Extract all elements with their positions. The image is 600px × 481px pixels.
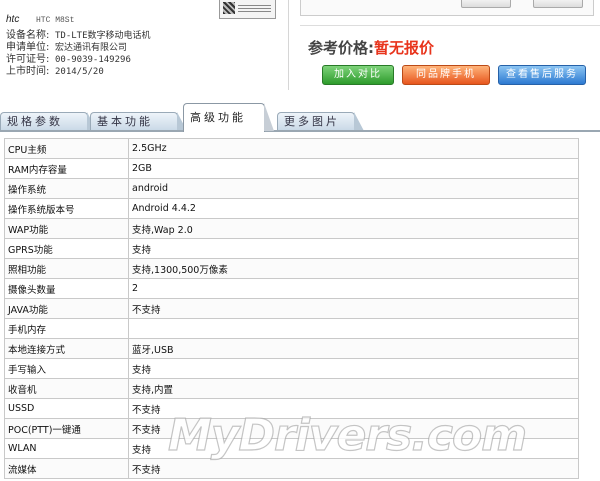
device-info-rows: 设备名称: TD-LTE数字移动电话机 申请单位: 宏达通讯有限公司 许可证号: 00… — [6, 30, 151, 78]
toolbar-button-2[interactable] — [533, 0, 583, 8]
device-info-panel: htc HTC M8St 设备名称: TD-LTE数字移动电话机 申请单位: 宏达通… — [3, 0, 288, 90]
price-label: 参考价格: — [308, 39, 374, 57]
info-row-name: 设备名称: TD-LTE数字移动电话机 — [6, 30, 151, 41]
reference-price: 参考价格:暂无报价 — [308, 37, 434, 58]
tab-specs[interactable]: 规格参数 — [0, 112, 97, 131]
price-value: 暂无报价 — [374, 39, 435, 57]
tab-underline — [0, 130, 600, 132]
table-row: WLAN 支持 — [4, 438, 579, 459]
table-row: 照相功能 支持,1300,500万像素 — [4, 258, 579, 279]
table-row: 摄像头数量 2 — [4, 278, 579, 299]
table-row: 手写输入 支持 — [4, 358, 579, 379]
info-row-license: 许可证号: 00-9039-149296 — [6, 54, 131, 65]
spec-table: CPU主频 2.5GHz RAM内存容量 2GB 操作系统 android 操作系统版… — [4, 138, 579, 479]
vertical-divider — [288, 0, 289, 90]
table-row: 操作系统 android — [4, 178, 579, 199]
table-row: GPRS功能 支持 — [4, 238, 579, 259]
table-row: WAP功能 支持,Wap 2.0 — [4, 218, 579, 239]
info-row-release-date: 上市时间: 2014/5/20 — [6, 66, 104, 77]
same-brand-button[interactable]: 同品牌手机 — [402, 65, 490, 85]
tab-advanced-features[interactable]: 高级功能 — [183, 103, 274, 132]
table-row: POC(PTT)一键通 不支持 — [4, 418, 579, 439]
label-text-lines — [238, 4, 271, 12]
table-row: JAVA功能 不支持 — [4, 298, 579, 319]
top-toolbar — [300, 0, 594, 16]
brand-logo: htc — [6, 14, 20, 25]
table-row: 操作系统版本号 Android 4.4.2 — [4, 198, 579, 219]
certification-label-image — [219, 0, 276, 19]
table-row: CPU主频 2.5GHz — [4, 138, 579, 159]
divider — [300, 25, 600, 26]
device-model: HTC M8St — [36, 16, 75, 25]
table-row: 手机内存 — [4, 318, 579, 339]
table-row: RAM内存容量 2GB — [4, 158, 579, 179]
qr-code-icon — [223, 2, 235, 14]
tab-more-images[interactable]: 更多图片 — [277, 112, 364, 131]
table-row: USSD 不支持 — [4, 398, 579, 419]
toolbar-button-1[interactable] — [461, 0, 511, 8]
after-sales-button[interactable]: 查看售后服务 — [498, 65, 586, 85]
tab-basic-features[interactable]: 基本功能 — [90, 112, 187, 131]
table-row: 收音机 支持,内置 — [4, 378, 579, 399]
info-row-applicant: 申请单位: 宏达通讯有限公司 — [6, 42, 128, 53]
table-row: 本地连接方式 蓝牙,USB — [4, 338, 579, 359]
add-compare-button[interactable]: 加入对比 — [322, 65, 394, 85]
table-row: 流媒体 不支持 — [4, 458, 579, 479]
